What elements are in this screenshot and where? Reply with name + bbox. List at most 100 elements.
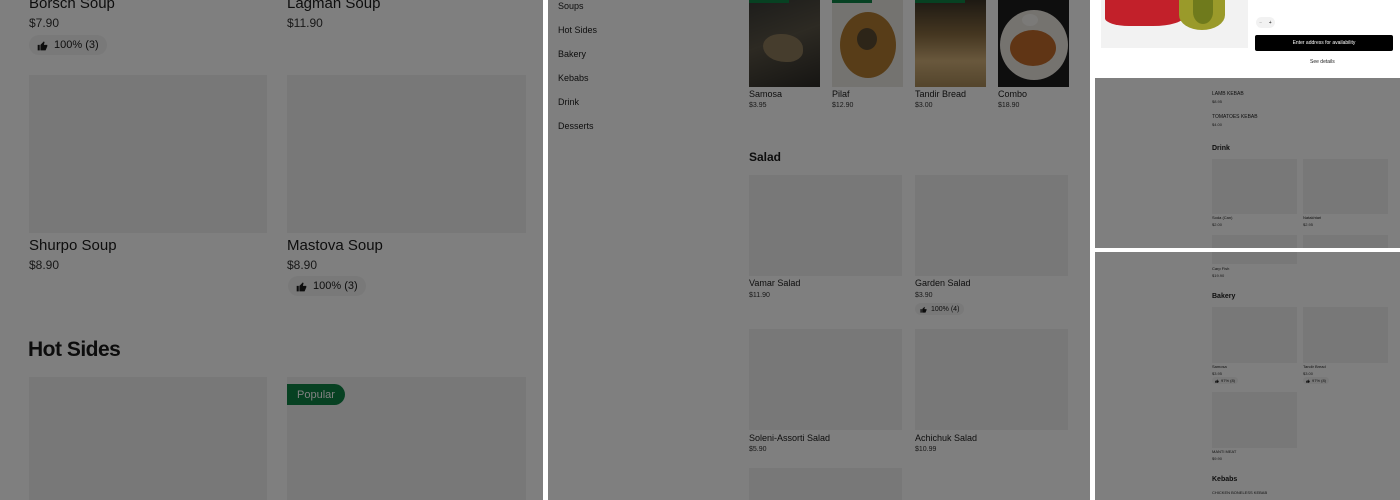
section-title: Salad (749, 150, 782, 164)
item-image-placeholder[interactable] (749, 468, 902, 500)
item-image-placeholder[interactable] (749, 175, 902, 276)
item-image-placeholder[interactable] (749, 329, 902, 430)
item-name[interactable]: Shurpo Soup (29, 237, 117, 254)
rating-pill: 97% (8) (1212, 377, 1239, 384)
panel-divider-horizontal (1094, 248, 1400, 252)
rating-pill: 100% (4) (915, 303, 965, 315)
item-name[interactable]: Samosa (1212, 364, 1227, 369)
menu-panel-4: Carp Fish $19.90 Bakery Samosa $3.95 97%… (1094, 252, 1400, 500)
nav-item-bakery[interactable]: Bakery (558, 49, 586, 59)
item-price: $3.95 (749, 102, 767, 109)
item-image-placeholder[interactable] (1212, 235, 1297, 248)
item-image-placeholder[interactable] (1303, 307, 1388, 363)
quantity-stepper[interactable]: − + (1256, 17, 1275, 28)
item-price: $19.90 (1212, 273, 1225, 278)
rating-text: 97% (8) (1221, 378, 1236, 383)
nav-item-soups[interactable]: Soups (558, 1, 584, 11)
item-image-placeholder[interactable] (1212, 392, 1297, 448)
item-photo-samosa[interactable] (749, 0, 820, 87)
item-price: $18.90 (998, 102, 1020, 109)
item-name[interactable]: Garden Salad (915, 278, 971, 288)
rating-text: 100% (3) (313, 280, 358, 292)
section-title: Hot Sides (28, 338, 121, 361)
item-name[interactable]: Soleni-Assorti Salad (749, 433, 830, 443)
item-price: $11.90 (287, 16, 323, 30)
item-image-placeholder[interactable] (1303, 235, 1388, 248)
item-name[interactable]: Tandir Bread (1303, 364, 1326, 369)
popular-badge-label: Popular (297, 388, 335, 401)
item-price: $4.00 (1212, 122, 1223, 127)
item-image-placeholder[interactable] (29, 377, 267, 500)
nav-item-kebabs[interactable]: Kebabs (558, 73, 589, 83)
item-name[interactable]: Tandir Bread (915, 89, 966, 99)
item-price: $8.90 (287, 258, 318, 272)
item-price: $8.95 (1212, 99, 1223, 104)
item-image-placeholder[interactable] (1212, 252, 1297, 264)
item-name[interactable]: Natakhtari (1303, 215, 1321, 220)
item-price: $2.00 (1212, 222, 1223, 227)
item-image-placeholder[interactable] (915, 329, 1068, 430)
item-image-placeholder[interactable] (29, 75, 267, 233)
item-name[interactable]: Achichuk Salad (915, 433, 977, 443)
item-image-placeholder[interactable] (915, 175, 1068, 276)
item-image-placeholder[interactable] (1212, 307, 1297, 363)
item-name[interactable]: Combo (998, 89, 1027, 99)
item-photo-tandir-bread[interactable] (915, 0, 986, 87)
thumbs-up-icon (920, 306, 927, 313)
item-price: $5.90 (749, 446, 767, 453)
thumbs-up-icon (37, 40, 48, 50)
menu-panel-2: Soups Hot Sides Bakery Kebabs Drink Dess… (548, 0, 1090, 500)
modal-backdrop (1094, 252, 1400, 500)
enter-address-label: Enter address for availability (1292, 40, 1356, 46)
popular-badge: Popular (287, 384, 345, 405)
item-image-placeholder[interactable] (287, 75, 526, 233)
item-name[interactable]: Samosa (749, 89, 782, 99)
see-details-link[interactable]: See details (1310, 59, 1335, 65)
menu-panel-1: Borsch Soup $7.90 100% (3) Lagman Soup $… (0, 0, 543, 500)
nav-item-desserts[interactable]: Desserts (558, 121, 594, 131)
thumbs-up-icon (1306, 379, 1310, 383)
increment-button[interactable]: + (1269, 20, 1272, 26)
item-price: $12.90 (832, 102, 854, 109)
item-image-placeholder[interactable] (1303, 159, 1388, 214)
item-name[interactable]: MANTI MEAT (1212, 449, 1236, 454)
item-price: $3.95 (1212, 371, 1223, 376)
enter-address-button[interactable]: Enter address for availability (1255, 35, 1393, 51)
item-price: $7.90 (29, 16, 60, 30)
nav-item-drink[interactable]: Drink (558, 97, 579, 107)
item-price: $3.00 (1303, 371, 1314, 376)
nav-item-hot-sides[interactable]: Hot Sides (558, 25, 597, 35)
item-modal: − + Enter address for availability See d… (1094, 0, 1400, 78)
item-price: $3.90 (915, 292, 933, 299)
section-title: Kebabs (1212, 476, 1238, 483)
item-name[interactable]: Soda (Can) (1212, 215, 1232, 220)
item-price: $8.90 (29, 258, 60, 272)
item-price: $11.90 (749, 292, 770, 299)
rating-pill: 97% (8) (1303, 377, 1330, 384)
item-price: $10.99 (915, 446, 937, 453)
decrement-button[interactable]: − (1259, 20, 1262, 26)
item-photo (1101, 0, 1248, 48)
rating-text: 100% (4) (931, 305, 960, 313)
item-image-placeholder[interactable] (1212, 159, 1297, 214)
item-name[interactable]: Vamar Salad (749, 278, 800, 288)
item-name[interactable]: Mastova Soup (287, 237, 383, 254)
item-price: $3.00 (915, 102, 933, 109)
item-name[interactable]: CHICKEN BONELESS KEBAB (1212, 490, 1267, 495)
item-price: $2.95 (1303, 222, 1314, 227)
item-name[interactable]: Pilaf (832, 89, 850, 99)
item-name[interactable]: Carp Fish (1212, 266, 1229, 271)
item-name[interactable]: TOMATOES KEBAB (1212, 114, 1258, 120)
rating-pill: 100% (3) (288, 276, 366, 296)
item-name[interactable]: Lagman Soup (287, 0, 380, 12)
item-name[interactable]: LAMB KEBAB (1212, 91, 1244, 97)
item-photo-combo[interactable] (998, 0, 1069, 87)
rating-text: 97% (8) (1312, 378, 1327, 383)
rating-text: 100% (3) (54, 39, 99, 51)
panel-divider (543, 0, 548, 500)
item-name[interactable]: Borsch Soup (29, 0, 115, 12)
section-title: Bakery (1212, 293, 1236, 300)
thumbs-up-icon (1215, 379, 1219, 383)
item-photo-pilaf[interactable] (832, 0, 903, 87)
menu-panel-3: LAMB KEBAB $8.95 TOMATOES KEBAB $4.00 Dr… (1094, 0, 1400, 248)
